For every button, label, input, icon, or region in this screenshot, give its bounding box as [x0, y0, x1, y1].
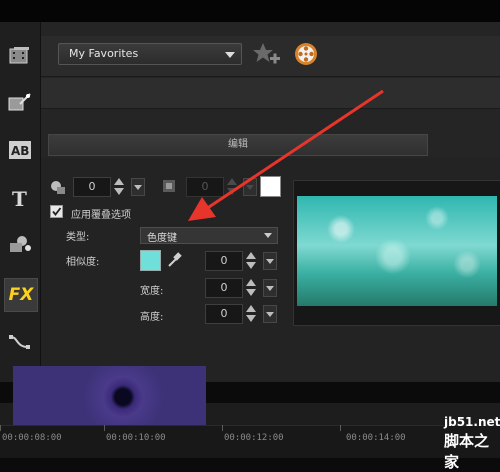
timecode-label: 00:00:08:00 [2, 433, 62, 443]
ruler-tick [340, 425, 341, 431]
border-width-stepper[interactable] [114, 177, 124, 197]
svg-text:AB: AB [11, 144, 29, 158]
watermark-site: jb51.net [444, 415, 500, 429]
similarity-label: 相似度: [66, 257, 100, 268]
eyedropper-icon[interactable] [166, 251, 182, 269]
similarity-stepper[interactable] [246, 251, 256, 271]
sidebar-item-media[interactable] [4, 40, 36, 72]
border-width-input[interactable]: 0 [73, 177, 111, 197]
timecode-label: 00:00:10:00 [106, 433, 166, 443]
height-dropdown[interactable] [263, 305, 277, 323]
overlay-options-checkbox[interactable] [50, 205, 63, 218]
sidebar-item-filter[interactable]: FX [4, 278, 38, 312]
ruler-tick [0, 425, 1, 431]
svg-text:T: T [12, 187, 27, 209]
width-dropdown[interactable] [263, 279, 277, 297]
height-stepper[interactable] [246, 304, 256, 324]
graphic-icon [10, 236, 31, 252]
key-color-swatch[interactable] [140, 250, 161, 271]
overlay-options-label: 应用覆叠选项 [71, 210, 131, 221]
title-t-icon: T [12, 187, 27, 209]
width-input[interactable]: 0 [205, 278, 243, 298]
overlay-clip-thumbnail[interactable] [13, 366, 206, 428]
type-dropdown-value: 色度键 [147, 233, 177, 244]
add-to-favorites-icon[interactable] [253, 42, 281, 66]
sidebar-item-transition[interactable]: AB [4, 134, 36, 166]
annotation-arrow [188, 89, 384, 221]
type-label: 类型: [66, 232, 90, 243]
border-icon [51, 181, 65, 194]
similarity-dropdown[interactable] [263, 252, 277, 270]
similarity-input[interactable]: 0 [205, 251, 243, 271]
chevron-down-icon [225, 52, 235, 58]
timecode-label: 00:00:14:00 [346, 433, 406, 443]
fx-icon: FX [8, 285, 34, 305]
checkmark-icon [52, 207, 62, 216]
width-stepper[interactable] [246, 278, 256, 298]
media-library-icon [9, 47, 29, 64]
watermark-name: 脚本之家 [444, 432, 490, 471]
top-strip [0, 0, 500, 22]
ruler-tick [104, 425, 105, 431]
timecode-label: 00:00:12:00 [224, 433, 284, 443]
height-label: 高度: [140, 312, 164, 323]
shadow-icon [163, 180, 175, 192]
favorites-dropdown[interactable]: My Favorites [58, 43, 242, 65]
height-input[interactable]: 0 [205, 304, 243, 324]
transition-ab-icon: AB [9, 141, 31, 159]
sidebar: AB T FX [0, 22, 41, 382]
film-reel-icon[interactable] [294, 42, 318, 66]
sidebar-item-title[interactable]: T [4, 182, 36, 214]
width-label: 宽度: [140, 286, 164, 297]
sidebar-item-path[interactable] [4, 326, 36, 358]
favorites-dropdown-label: My Favorites [69, 47, 139, 60]
ruler-tick [222, 425, 223, 431]
border-color-dropdown[interactable] [131, 178, 145, 196]
path-icon [9, 335, 30, 349]
sidebar-item-graphic[interactable] [4, 228, 36, 260]
instant-project-icon [8, 93, 31, 111]
sidebar-item-instant-project[interactable] [4, 86, 36, 118]
